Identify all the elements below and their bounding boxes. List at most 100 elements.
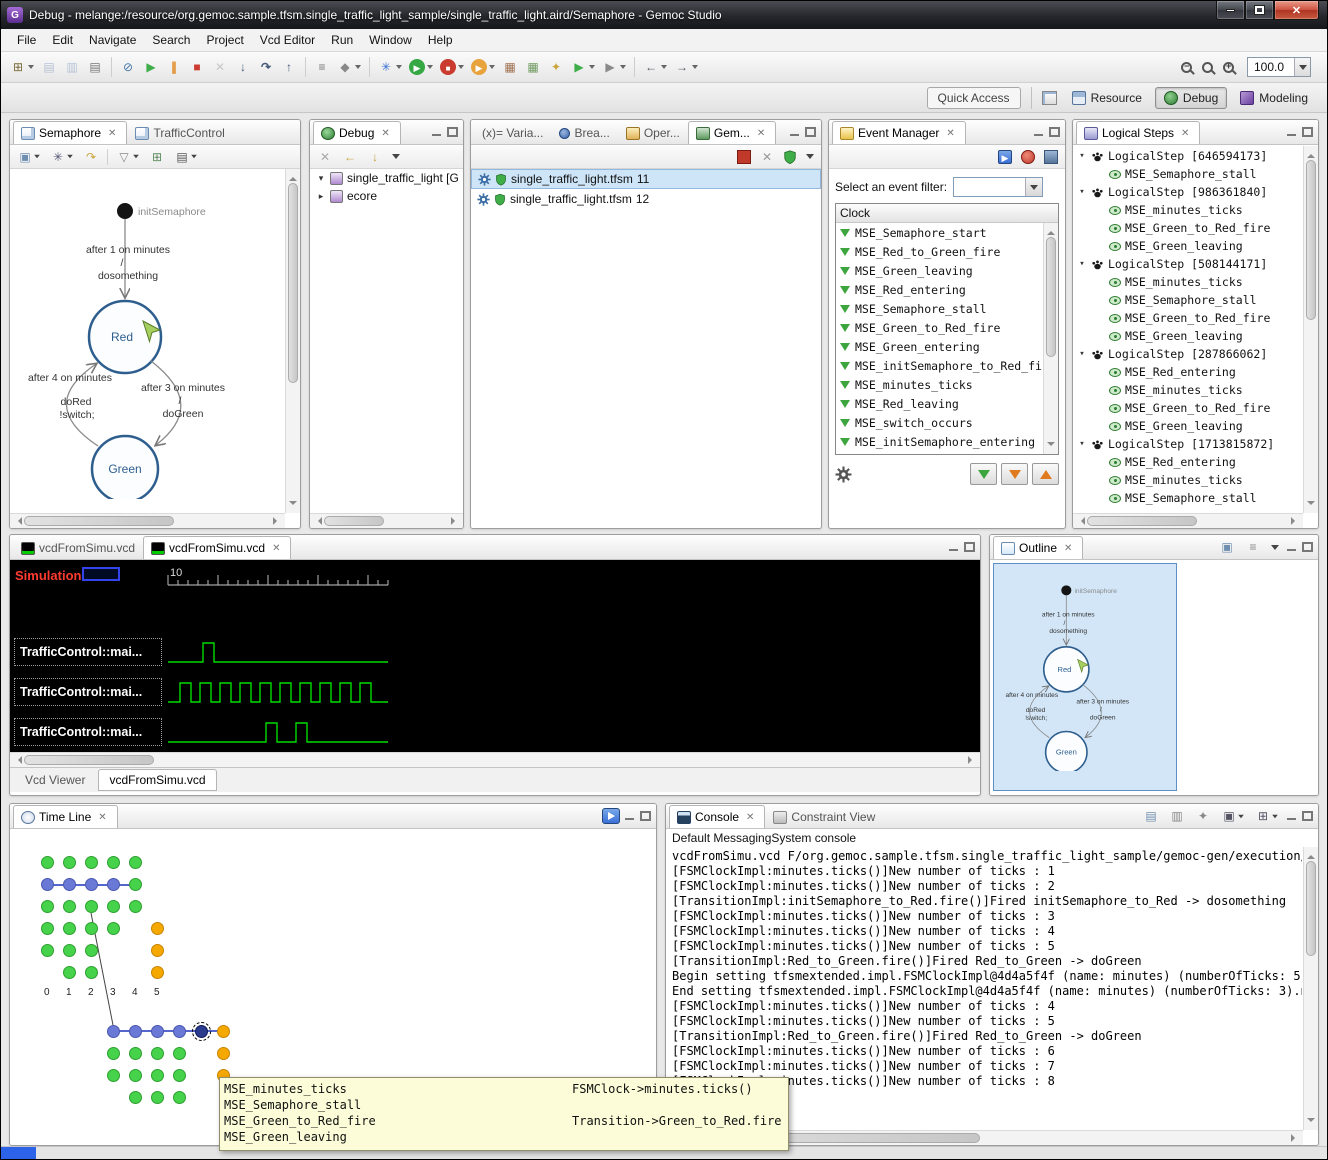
logical-step-row[interactable]: ▾ MSE_minutes_ticks	[1073, 381, 1318, 399]
timeline-dot[interactable]	[129, 1025, 142, 1038]
timeline-dot[interactable]	[63, 856, 76, 869]
maximize-button[interactable]	[1245, 1, 1274, 20]
timeline-dot[interactable]	[151, 966, 164, 979]
maximize-view-icon[interactable]	[1302, 127, 1313, 137]
scrollbar-vertical[interactable]	[285, 169, 300, 513]
timeline-dot[interactable]	[85, 944, 98, 957]
combo-button[interactable]	[1025, 178, 1042, 196]
subtab-vcd-viewer[interactable]: Vcd Viewer	[14, 769, 96, 791]
toolbar-button[interactable]	[468, 56, 498, 78]
logical-step-row[interactable]: ▾ MSE_Green_to_Red_fire	[1073, 309, 1318, 327]
maximize-view-icon[interactable]	[447, 127, 458, 137]
transition-red-to-green[interactable]	[1083, 684, 1102, 737]
subtab-vcd-file[interactable]: vcdFromSimu.vcd	[98, 769, 216, 791]
timeline-dot[interactable]	[85, 922, 98, 935]
dispose-engine-button[interactable]: ✕	[757, 147, 777, 167]
timeline-dot[interactable]	[107, 922, 120, 935]
outline-thumbnail[interactable]: initSemaphore after 1 on minutes / dosom…	[993, 563, 1177, 791]
tree-expander[interactable]: ▾	[1077, 151, 1087, 161]
toolbar-button[interactable]	[545, 56, 567, 78]
menu-item[interactable]: Vcd Editor	[252, 30, 323, 50]
timeline-dot[interactable]	[41, 856, 54, 869]
clock-event-row[interactable]: MSE_minutes_ticks	[836, 375, 1058, 394]
clock-event-row[interactable]: MSE_initSemaphore_entering	[836, 432, 1058, 451]
gear-icon[interactable]	[835, 466, 852, 483]
minimize-view-icon[interactable]	[624, 811, 636, 821]
apply-down-button[interactable]	[970, 463, 997, 485]
clock-event-row[interactable]: MSE_Green_to_Red_fire	[836, 318, 1058, 337]
maximize-view-icon[interactable]	[805, 127, 816, 137]
toolbar-button[interactable]	[38, 56, 60, 78]
scrollbar-vertical[interactable]	[1303, 146, 1318, 513]
logical-step-row[interactable]: ▾ MSE_Green_leaving	[1073, 327, 1318, 345]
outline-mode-button[interactable]: ▣	[1216, 536, 1238, 558]
clock-event-row[interactable]: MSE_Red_entering	[836, 280, 1058, 299]
timeline-dot[interactable]	[129, 1069, 142, 1082]
close-tab-icon[interactable]: ✕	[378, 127, 392, 140]
minimize-view-icon[interactable]	[789, 127, 801, 137]
toolbar-button[interactable]	[634, 57, 635, 77]
timeline-dot[interactable]	[63, 966, 76, 979]
tab-vcd-inactive[interactable]: vcdFromSimu.vcd	[13, 536, 143, 559]
perspective-button[interactable]: Modeling	[1231, 87, 1317, 109]
toolbar-button[interactable]	[278, 56, 300, 78]
menu-item[interactable]: Run	[323, 30, 361, 50]
logical-step-row[interactable]: ▾ MSE_Green_to_Red_fire	[1073, 399, 1318, 417]
scrollbar-vertical[interactable]	[1043, 223, 1058, 454]
logical-step-row[interactable]: ▾ MSE_minutes_ticks	[1073, 471, 1318, 489]
logical-step-row[interactable]: ▾ MSE_Semaphore_stall	[1073, 489, 1318, 507]
clock-column-header[interactable]: Clock	[836, 204, 1058, 223]
minimize-button[interactable]	[1216, 1, 1245, 20]
tab-breakpoints[interactable]: Brea...	[551, 121, 617, 144]
timeline-dot[interactable]	[173, 1047, 186, 1060]
toolbar-button[interactable]	[671, 56, 701, 78]
minimize-view-icon[interactable]	[1033, 127, 1045, 137]
timeline-dot[interactable]	[129, 1047, 142, 1060]
clock-event-row[interactable]: MSE_switch_occurs	[836, 413, 1058, 432]
export-button[interactable]: ⊞	[146, 146, 168, 168]
view-menu-button[interactable]	[803, 151, 817, 162]
timeline-dot[interactable]	[85, 878, 98, 891]
timeline-dot[interactable]	[41, 900, 54, 913]
timeline-dot[interactable]	[41, 944, 54, 957]
initial-state-node[interactable]	[1061, 585, 1071, 595]
timeline-dot[interactable]	[41, 922, 54, 935]
perspective-button[interactable]: Resource	[1063, 87, 1151, 109]
stop-engine-button[interactable]	[734, 147, 754, 167]
tab-timeline[interactable]: Time Line ✕	[13, 805, 118, 828]
waveform-canvas[interactable]: Simulation 10 TrafficControl::mai... Tra…	[10, 560, 980, 752]
tree-expander[interactable]: ▾	[1077, 259, 1087, 269]
remove-launch-button[interactable]: ✕	[314, 146, 336, 168]
tree-expander[interactable]: ▾	[1077, 187, 1087, 197]
maximize-view-icon[interactable]	[1302, 542, 1313, 552]
zoom-combo-button[interactable]	[1294, 58, 1310, 76]
clock-event-row[interactable]: MSE_Red_leaving	[836, 394, 1058, 413]
close-tab-icon[interactable]: ✕	[943, 127, 957, 140]
statemachine-diagram[interactable]: initSemaphore after 1 on minutes / dosom…	[10, 169, 290, 499]
tab-outline[interactable]: Outline ✕	[993, 536, 1083, 559]
toolbar-button[interactable]	[209, 56, 231, 78]
tab-event-manager[interactable]: Event Manager ✕	[832, 121, 966, 144]
title-bar[interactable]: G Debug - melange:/resource/org.gemoc.sa…	[1, 1, 1327, 29]
timeline-dot[interactable]	[173, 1069, 186, 1082]
toolbar-button[interactable]	[522, 56, 544, 78]
timeline-dot[interactable]	[107, 900, 120, 913]
minimize-view-icon[interactable]	[431, 127, 443, 137]
tab-constraint-view[interactable]: Constraint View	[765, 805, 883, 828]
scrollbar-horizontal[interactable]	[10, 752, 980, 767]
tab-semaphore[interactable]: Semaphore ✕	[13, 121, 127, 144]
diagram-canvas[interactable]: initSemaphore after 1 on minutes / dosom…	[10, 169, 300, 528]
maximize-view-icon[interactable]	[1049, 127, 1060, 137]
view-menu-button[interactable]	[389, 151, 403, 162]
menu-item[interactable]: Search	[144, 30, 198, 50]
clock-event-row[interactable]: MSE_Semaphore_start	[836, 223, 1058, 242]
toolbar-button[interactable]	[334, 56, 364, 78]
save-events-button[interactable]	[1041, 147, 1061, 167]
toolbar-button[interactable]	[111, 57, 112, 77]
minimize-view-icon[interactable]	[1286, 811, 1298, 821]
toolbar-button[interactable]	[255, 56, 277, 78]
scrollbar-horizontal[interactable]	[1073, 513, 1303, 528]
logical-step-row[interactable]: ▾ MSE_Semaphore_stall	[1073, 165, 1318, 183]
tab-gemoc[interactable]: Gem...✕	[688, 121, 776, 144]
tree-expander[interactable]: ▾	[316, 173, 326, 184]
